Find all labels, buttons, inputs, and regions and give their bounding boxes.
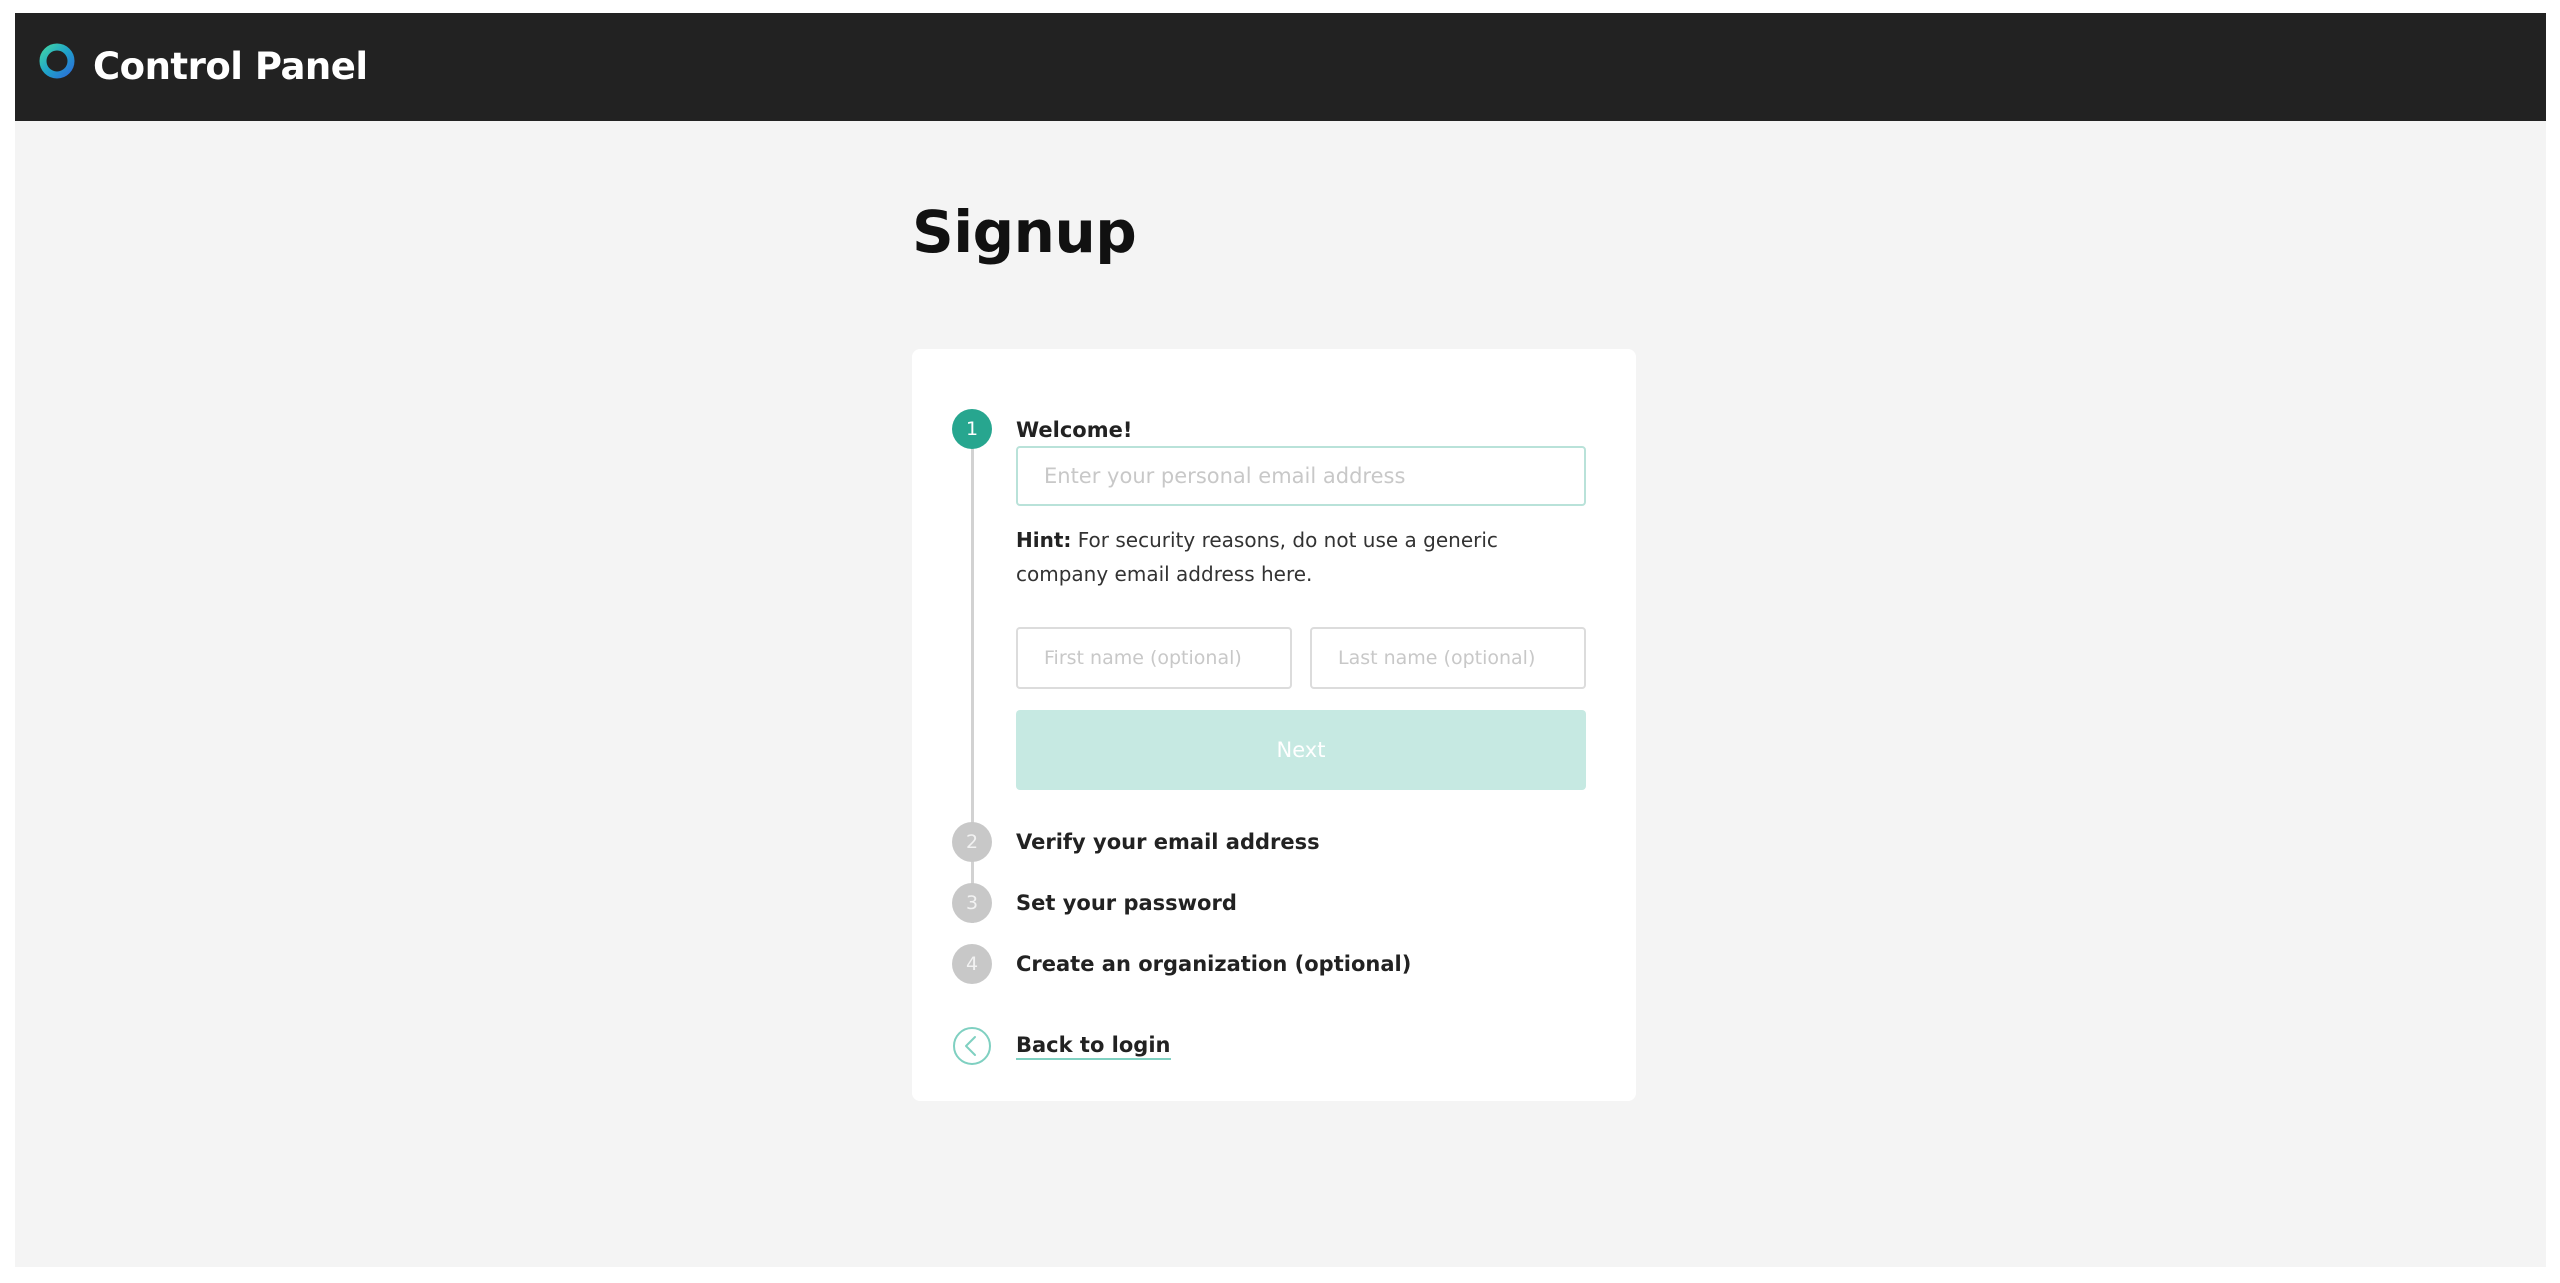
email-hint: Hint: For security reasons, do not use a… — [1016, 523, 1591, 591]
app-frame: Control Panel Signup 1 Welcome! Hint: Fo… — [15, 13, 2546, 1267]
top-bar: Control Panel — [15, 13, 2546, 121]
ring-logo-icon — [39, 43, 75, 79]
step-3-label: Set your password — [1016, 891, 1237, 915]
page-title: Signup — [912, 198, 1137, 266]
hint-text: For security reasons, do not use a gener… — [1016, 528, 1498, 586]
app-title: Control Panel — [93, 45, 368, 88]
email-field[interactable] — [1016, 446, 1586, 506]
signup-card: 1 Welcome! Hint: For security reasons, d… — [912, 349, 1636, 1101]
step-1-label: Welcome! — [1016, 418, 1133, 442]
chevron-left-circle-icon[interactable] — [952, 1026, 992, 1066]
step-2-label: Verify your email address — [1016, 830, 1320, 854]
step-2-indicator: 2 — [952, 822, 992, 862]
step-4-indicator: 4 — [952, 944, 992, 984]
step-3-indicator: 3 — [952, 883, 992, 923]
step-1-indicator: 1 — [952, 409, 992, 449]
back-to-login-link[interactable]: Back to login — [1016, 1033, 1171, 1060]
last-name-field[interactable] — [1310, 627, 1586, 689]
first-name-field[interactable] — [1016, 627, 1292, 689]
next-button[interactable]: Next — [1016, 710, 1586, 790]
hint-label: Hint: — [1016, 528, 1072, 552]
step-4-label: Create an organization (optional) — [1016, 952, 1412, 976]
